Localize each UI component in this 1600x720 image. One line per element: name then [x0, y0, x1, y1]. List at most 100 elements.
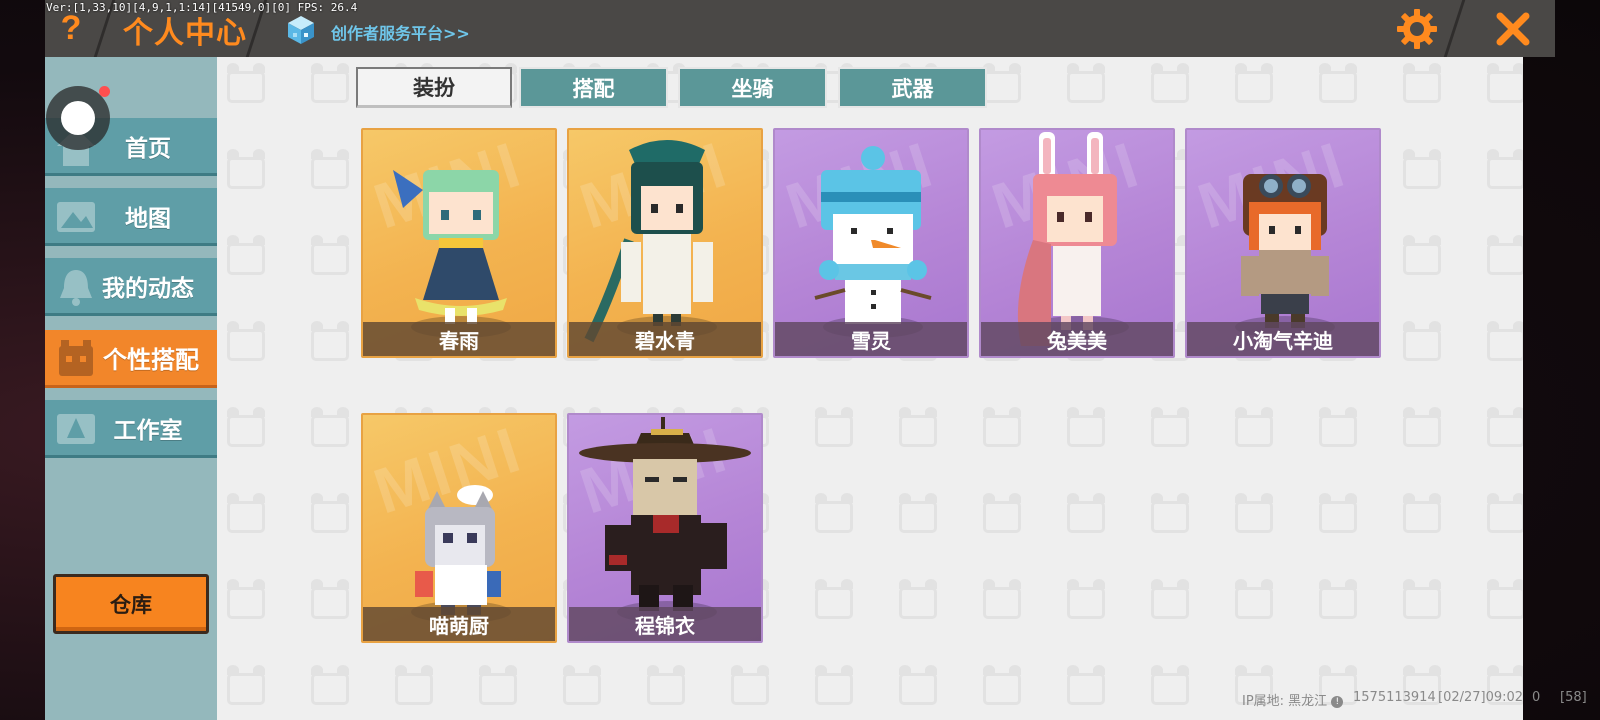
pattern-tile — [227, 665, 265, 705]
pattern-tile — [983, 665, 1021, 705]
sidebar: 首页 地图 我的动态 个性搭配 工作室 仓库 — [45, 57, 217, 720]
pattern-tile — [1487, 321, 1523, 361]
pattern-tile — [1151, 665, 1189, 705]
extra-text: 0 — [1532, 690, 1541, 705]
pattern-tile — [1403, 235, 1441, 275]
pattern-tile — [647, 665, 685, 705]
pattern-tile — [1151, 493, 1189, 533]
pattern-tile — [1403, 63, 1441, 103]
skin-name: 春雨 — [363, 322, 555, 356]
pattern-tile — [227, 63, 265, 103]
pattern-tile — [1487, 579, 1523, 619]
pattern-tile — [1487, 235, 1523, 275]
pattern-tile — [1403, 579, 1441, 619]
ip-location-text: IP属地: 黑龙江 ! — [1242, 690, 1344, 709]
sidebar-item-map[interactable]: 地图 — [45, 188, 217, 246]
pattern-tile — [1067, 493, 1105, 533]
pattern-tile — [1403, 149, 1441, 189]
tab-weapon[interactable]: 武器 — [838, 67, 987, 108]
warehouse-button[interactable]: 仓库 — [53, 574, 209, 634]
pattern-tile — [1235, 63, 1273, 103]
pattern-tile — [983, 579, 1021, 619]
pattern-tile — [311, 235, 349, 275]
pattern-tile — [815, 407, 853, 447]
pattern-tile — [395, 665, 433, 705]
user-id-text: 1575113914 — [1353, 690, 1436, 705]
close-icon — [1496, 12, 1530, 46]
pattern-tile — [227, 493, 265, 533]
pattern-tile — [1319, 493, 1357, 533]
tab-match[interactable]: 搭配 — [519, 67, 668, 108]
skin-card-xiaotaoqi-xindi[interactable]: MINI 小淘气辛迪 — [1185, 128, 1381, 358]
pattern-tile — [311, 149, 349, 189]
info-icon[interactable]: ! — [1331, 695, 1344, 708]
debug-info: Ver:[1,33,10][4,9,1,1:14][41549,0][0] FP… — [46, 1, 358, 14]
pattern-tile — [899, 407, 937, 447]
pattern-tile — [311, 665, 349, 705]
pattern-tile — [1487, 63, 1523, 103]
pattern-tile — [1403, 493, 1441, 533]
pattern-tile — [731, 665, 769, 705]
pattern-tile — [311, 63, 349, 103]
pattern-tile — [227, 235, 265, 275]
pattern-tile — [227, 407, 265, 447]
skin-card-xueling[interactable]: MINI 雪灵 — [773, 128, 969, 358]
skin-name: 碧水青 — [569, 322, 761, 356]
skin-name: 雪灵 — [775, 322, 967, 356]
cube-icon — [288, 16, 314, 44]
pattern-tile — [1319, 579, 1357, 619]
skin-name: 兔美美 — [981, 322, 1173, 356]
ip-location-label: IP属地: 黑龙江 — [1242, 694, 1328, 709]
tab-mount[interactable]: 坐骑 — [678, 67, 827, 108]
divider — [1443, 0, 1466, 57]
sidebar-item-label: 个性搭配 — [103, 346, 199, 374]
pattern-tile — [311, 579, 349, 619]
skin-card-tumeimei[interactable]: MINI 兔美美 — [979, 128, 1175, 358]
pattern-tile — [1487, 407, 1523, 447]
game-screen: Ver:[1,33,10][4,9,1,1:14][41549,0][0] FP… — [0, 0, 1600, 720]
pattern-tile — [479, 665, 517, 705]
sidebar-item-activity[interactable]: 我的动态 — [45, 258, 217, 316]
pattern-tile — [1487, 149, 1523, 189]
ping-text: [58] — [1560, 690, 1587, 705]
notification-dot — [99, 86, 110, 97]
question-icon: ? — [60, 9, 82, 47]
pattern-tile — [311, 321, 349, 361]
outfit-panel: 装扮 搭配 坐骑 武器 MINI 春雨 MINI — [217, 57, 1523, 720]
pattern-tile — [983, 493, 1021, 533]
pattern-tile — [1067, 407, 1105, 447]
pattern-tile — [1151, 63, 1189, 103]
pattern-tile — [899, 579, 937, 619]
close-button[interactable] — [1490, 7, 1536, 51]
pattern-tile — [1319, 407, 1357, 447]
skin-name: 程锦衣 — [569, 607, 761, 641]
pattern-tile — [227, 321, 265, 361]
pattern-tile — [1151, 407, 1189, 447]
pattern-tile — [815, 665, 853, 705]
pattern-tile — [899, 665, 937, 705]
pattern-tile — [983, 407, 1021, 447]
tab-dress-up[interactable]: 装扮 — [356, 67, 512, 108]
sidebar-item-label: 地图 — [125, 205, 171, 232]
pattern-tile — [1403, 407, 1441, 447]
pattern-tile — [563, 665, 601, 705]
skin-card-bishuiqing[interactable]: MINI 碧水青 — [567, 128, 763, 358]
settings-gear-icon[interactable] — [1395, 7, 1439, 51]
sidebar-item-outfit[interactable]: 个性搭配 — [45, 330, 217, 388]
skin-card-chengjinyi[interactable]: MINI 程锦衣 — [567, 413, 763, 643]
pattern-tile — [815, 493, 853, 533]
skin-name: 喵萌厨 — [363, 607, 555, 641]
page-title: 个人中心 — [123, 16, 247, 51]
creator-platform-link[interactable]: 创作者服务平台>> — [331, 20, 470, 44]
pattern-tile — [1235, 407, 1273, 447]
pattern-tile — [1067, 579, 1105, 619]
assist-ball-icon — [61, 101, 95, 135]
pattern-tile — [1067, 665, 1105, 705]
sidebar-item-label: 我的动态 — [102, 275, 194, 302]
pattern-tile — [227, 579, 265, 619]
sidebar-item-label: 工作室 — [113, 417, 183, 444]
skin-card-chunyu[interactable]: MINI 春雨 — [361, 128, 557, 358]
sidebar-item-studio[interactable]: 工作室 — [45, 400, 217, 458]
skin-card-miaomengchu[interactable]: MINI 喵萌厨 — [361, 413, 557, 643]
pattern-tile — [311, 407, 349, 447]
